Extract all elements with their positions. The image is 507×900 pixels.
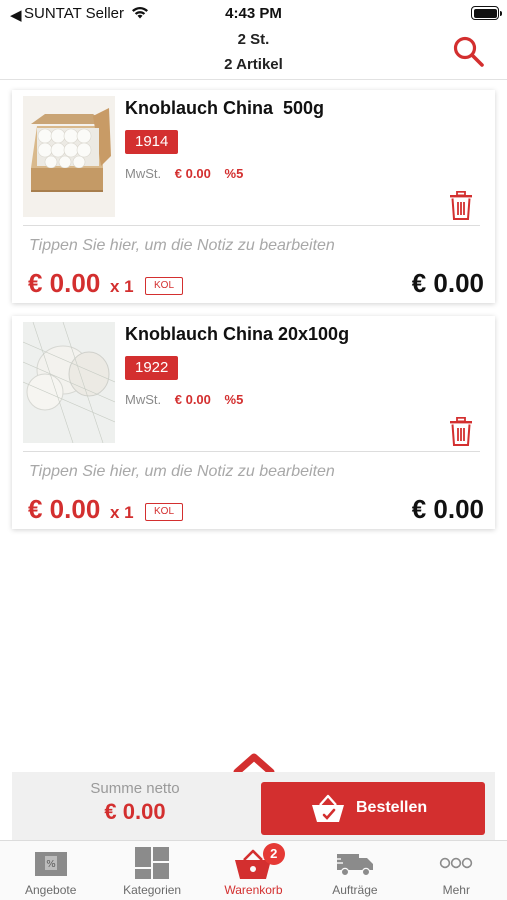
tab-label: Aufträge	[332, 883, 378, 897]
tab-cart[interactable]: 2 Warenkorb	[203, 841, 304, 900]
quantity-value[interactable]: x 1	[110, 277, 134, 297]
cart-list: Knoblauch China 500g 1914 MwSt. € 0.00 %…	[12, 90, 495, 542]
net-total-label: Summe netto	[90, 780, 180, 797]
tab-bar: % Angebote Kategorien 2 Warenkorb Aufträ…	[0, 840, 507, 900]
unit-price: € 0.00	[28, 494, 101, 524]
tab-label: Angebote	[25, 883, 77, 897]
unit-badge[interactable]: KOL	[145, 503, 184, 521]
sku-badge: 1922	[125, 356, 179, 380]
vat-label: MwSt.	[125, 166, 162, 181]
product-name: Knoblauch China 500g	[125, 98, 325, 118]
quantity-value[interactable]: x 1	[110, 503, 134, 523]
clock: 4:43 PM	[225, 5, 282, 22]
order-summary: Summe netto € 0.00 Bestellen	[12, 772, 495, 840]
order-button-label: Bestellen	[356, 799, 428, 816]
tab-offers[interactable]: % Angebote	[0, 841, 101, 900]
vat-rate: %5	[224, 392, 244, 407]
tab-label: Kategorien	[123, 883, 182, 897]
article-summary: 2 Artikel	[224, 56, 283, 73]
order-button[interactable]: Bestellen	[261, 782, 485, 835]
svg-text:%: %	[46, 859, 56, 870]
tab-label: Mehr	[442, 883, 470, 897]
cart-item[interactable]: Knoblauch China 20x100g 1922 MwSt. € 0.0…	[12, 316, 495, 529]
cart-item[interactable]: Knoblauch China 500g 1914 MwSt. € 0.00 %…	[12, 90, 495, 303]
tab-label: Warenkorb	[224, 883, 283, 897]
note-field[interactable]: Tippen Sie hier, um die Notiz zu bearbei…	[29, 463, 335, 481]
unit-badge[interactable]: KOL	[145, 277, 184, 295]
quantity-summary: 2 St.	[237, 31, 270, 48]
search-icon[interactable]	[451, 34, 487, 70]
offers-icon: %	[34, 852, 67, 876]
delivery-truck-icon	[334, 854, 373, 877]
vat-row: MwSt. € 0.00 %5	[125, 166, 243, 181]
unit-price: € 0.00	[28, 268, 101, 298]
cart-count-badge: 2	[262, 843, 285, 865]
trash-icon[interactable]	[449, 191, 473, 221]
sku-badge: 1914	[125, 130, 179, 154]
product-name: Knoblauch China 20x100g	[125, 324, 350, 344]
note-field[interactable]: Tippen Sie hier, um die Notiz zu bearbei…	[29, 237, 335, 255]
tab-more[interactable]: Mehr	[406, 841, 507, 900]
cart-header: 2 St. 2 Artikel	[0, 26, 507, 80]
vat-label: MwSt.	[125, 392, 162, 407]
vat-row: MwSt. € 0.00 %5	[125, 392, 243, 407]
vat-rate: %5	[224, 166, 244, 181]
battery-icon	[471, 6, 502, 20]
vat-amount: € 0.00	[174, 392, 211, 407]
tab-categories[interactable]: Kategorien	[101, 841, 202, 900]
basket-checkout-icon	[312, 794, 344, 822]
line-total: € 0.00	[411, 268, 484, 298]
divider	[23, 451, 480, 452]
tab-orders[interactable]: Aufträge	[304, 841, 405, 900]
more-icon	[440, 857, 473, 869]
garlic-net-image	[23, 322, 115, 443]
net-total-value: € 0.00	[104, 799, 166, 824]
status-bar: ◀ SUNTAT Seller 4:43 PM	[0, 0, 507, 26]
garlic-box-image	[23, 96, 115, 217]
categories-icon	[135, 847, 170, 879]
trash-icon[interactable]	[449, 417, 473, 447]
line-total: € 0.00	[411, 494, 484, 524]
divider	[23, 225, 480, 226]
vat-amount: € 0.00	[174, 166, 211, 181]
